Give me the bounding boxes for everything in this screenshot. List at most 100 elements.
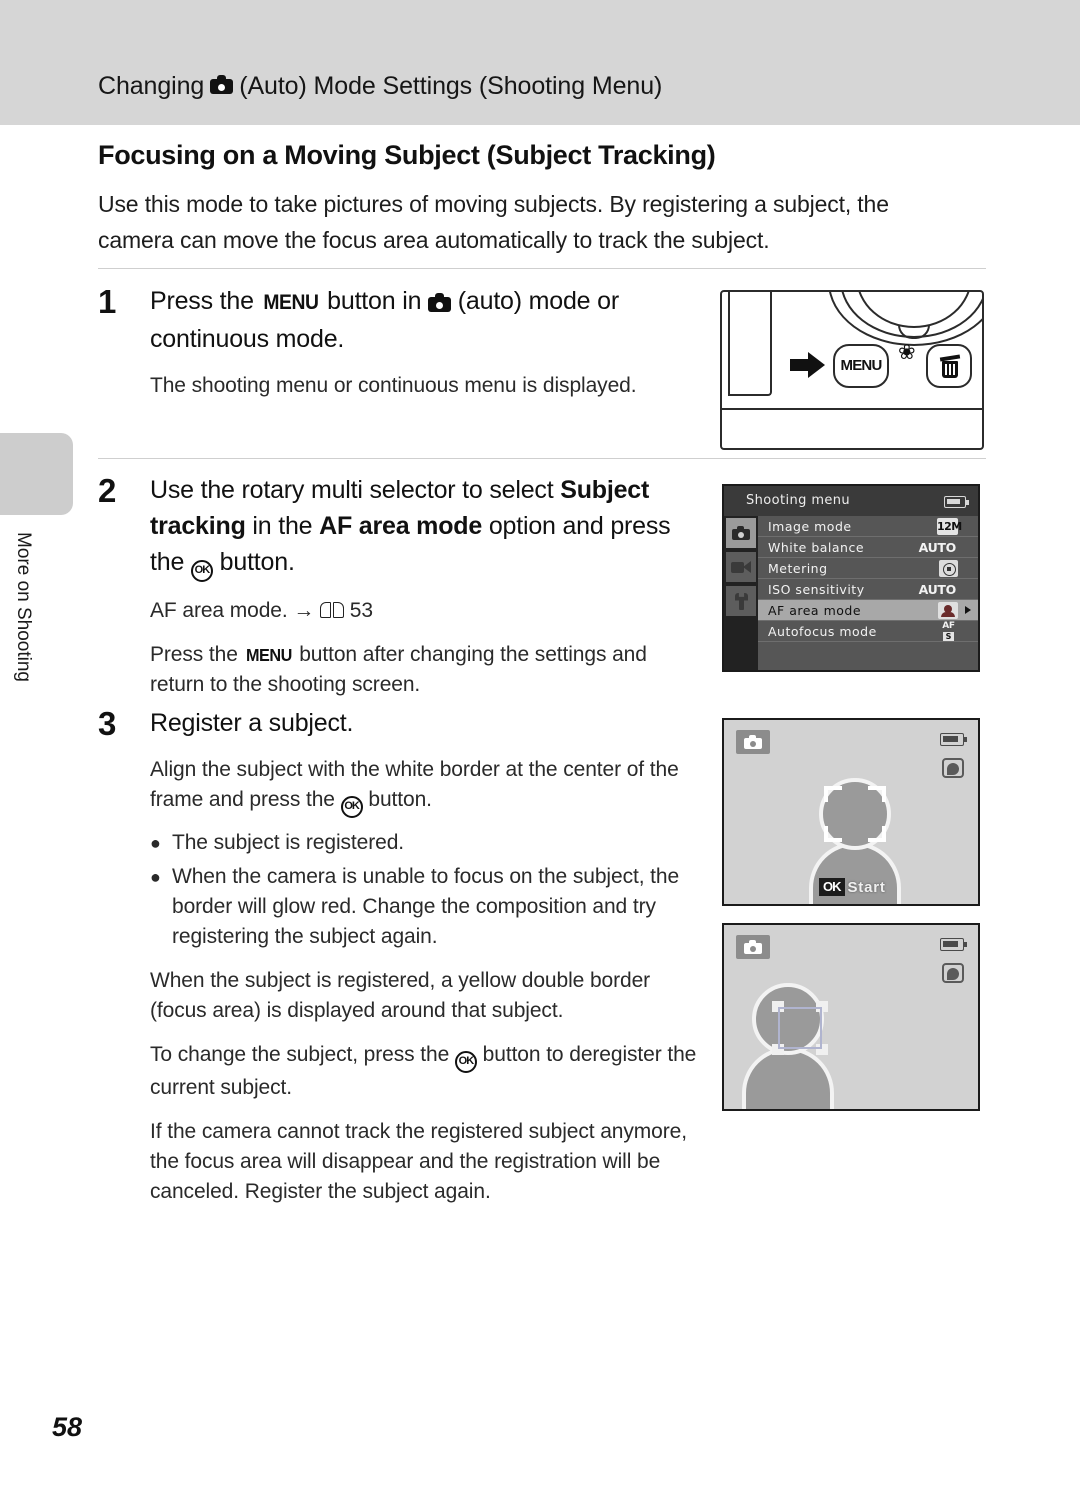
step-2-number: 2 — [98, 472, 117, 509]
macro-flower-icon — [898, 342, 918, 366]
menu-button-icon: MENU — [245, 645, 292, 665]
menu-row-image-mode[interactable]: Image mode 12M — [758, 516, 978, 537]
step-2-cross-reference: AF area mode. → 53 — [150, 596, 698, 626]
step-3-bullet-2: When the camera is unable to focus on th… — [172, 865, 680, 948]
menu-row-af-area-mode[interactable]: AF area mode — [758, 600, 978, 621]
af-sub-label: S — [943, 632, 954, 641]
ok-button-icon: OK — [454, 1051, 477, 1073]
tab-movie[interactable] — [726, 552, 756, 582]
step-3-para-2: To change the subject, press the OK butt… — [150, 1040, 698, 1103]
menu-row-metering[interactable]: Metering — [758, 558, 978, 579]
auto-mode-icon — [736, 730, 770, 754]
step-3-para2-part1: To change the subject, press the — [150, 1043, 450, 1066]
step-2-ref-label: AF area mode. — [150, 599, 288, 622]
matrix-metering-icon — [939, 560, 958, 577]
step-3-body: Register a subject. Align the subject wi… — [150, 705, 698, 1207]
manual-page: Changing (Auto) Mode Settings (Shooting … — [0, 0, 1080, 1486]
step-2-ref-arrow: → — [293, 599, 315, 622]
focus-corner-bl — [824, 826, 842, 842]
camera-body-seam — [722, 408, 982, 410]
menu-row-autofocus-mode[interactable]: Autofocus mode AF S — [758, 621, 978, 642]
battery-indicator-icon — [940, 733, 967, 746]
subject-body — [809, 842, 901, 904]
menu-label: Autofocus mode — [768, 623, 877, 639]
battery-indicator-icon — [940, 938, 967, 951]
step-2-bold-af-area-mode: AF area mode — [319, 512, 483, 540]
menu-value: AUTO — [918, 539, 957, 555]
menu-row-white-balance[interactable]: White balance AUTO — [758, 537, 978, 558]
menu-label: ISO sensitivity — [768, 581, 865, 597]
step-2-head-part2: in the — [252, 512, 313, 540]
figure-camera-back: MENU — [720, 290, 984, 450]
af-single-icon: AF S — [939, 622, 958, 641]
chapter-tab-block — [0, 433, 73, 515]
step-1-body: Press the MENU button in (auto) mode or … — [150, 283, 698, 401]
running-head-before: Changing — [98, 72, 205, 100]
step-2-heading: Use the rotary multi selector to select … — [150, 472, 698, 582]
figure-shooting-menu: Shooting menu Image mode 12M White balan… — [722, 484, 980, 672]
focus-corner-tr — [868, 786, 886, 802]
step-3-bullet-1: The subject is registered. — [172, 831, 405, 854]
menu-label: Image mode — [768, 518, 852, 534]
step-1-number: 1 — [98, 283, 117, 320]
running-header-title: Changing (Auto) Mode Settings (Shooting … — [98, 72, 662, 101]
right-arrow-icon — [790, 352, 825, 378]
step-3-para-1: When the subject is registered, a yellow… — [150, 969, 651, 1022]
menu-label: AF area mode — [768, 602, 862, 618]
menu-button[interactable]: MENU — [833, 344, 889, 388]
af-label: AF — [942, 621, 955, 631]
yellow-double-tracking-border — [772, 1001, 828, 1055]
ok-button-icon: OK — [190, 560, 213, 582]
menu-label: White balance — [768, 539, 865, 555]
menu-value: AUTO — [918, 581, 957, 597]
camera-auto-icon — [428, 293, 452, 312]
step-3-para-3: If the camera cannot track the registere… — [150, 1120, 687, 1203]
image-mode-12m-icon: 12M — [937, 518, 962, 535]
page-number: 58 — [52, 1412, 83, 1442]
delete-button[interactable] — [926, 344, 972, 388]
camera-auto-icon — [210, 75, 234, 94]
trash-body — [942, 361, 958, 378]
ok-button-icon: OK — [340, 796, 363, 818]
shooting-menu-tab-strip — [724, 516, 758, 670]
ok-start-hint: OK Start — [819, 878, 886, 896]
step-3-intro: Align the subject with the white border … — [150, 755, 698, 818]
step-3-intro-part2: button. — [368, 788, 432, 811]
figure-lcd-register-subject: OK Start — [722, 718, 980, 906]
step-1-heading: Press the MENU button in (auto) mode or … — [150, 283, 698, 357]
shooting-menu-rows: Image mode 12M White balance AUTO Meteri… — [758, 516, 978, 670]
list-item: ● When the camera is unable to focus on … — [150, 862, 698, 952]
movie-tab-icon — [731, 560, 751, 574]
white-corner-focus-frame — [824, 786, 886, 842]
tab-setup[interactable] — [726, 586, 756, 616]
wrench-setup-tab-icon — [733, 593, 749, 610]
vibration-reduction-icon — [942, 758, 964, 778]
ok-start-label: Start — [847, 878, 886, 896]
figure-lcd-tracking-subject — [722, 923, 980, 1111]
menu-label: Metering — [768, 560, 828, 576]
step-1-head-part1: Press the — [150, 287, 254, 315]
auto-mode-icon — [736, 935, 770, 959]
step-2-head-part1: Use the rotary multi selector to select — [150, 476, 554, 504]
chevron-right-icon — [965, 606, 971, 614]
running-head-after: (Auto) Mode Settings (Shooting Menu) — [239, 72, 663, 100]
battery-full-icon — [944, 496, 969, 508]
step-2-body: Use the rotary multi selector to select … — [150, 472, 698, 700]
camera-tab-icon — [732, 526, 750, 540]
focus-corner-tl — [824, 786, 842, 802]
ok-badge-icon: OK — [819, 878, 845, 896]
bullet-dot-icon: ● — [150, 867, 161, 887]
focus-corner-br — [868, 826, 886, 842]
divider-rule-1 — [98, 268, 986, 269]
manual-book-icon — [320, 602, 345, 619]
shooting-menu-title-bar: Shooting menu — [724, 486, 978, 516]
vibration-reduction-icon — [942, 963, 964, 983]
step-2-head-part4: button. — [219, 548, 295, 576]
tab-shooting[interactable] — [726, 518, 756, 548]
running-header-bar — [0, 0, 1080, 125]
step-3-number: 3 — [98, 705, 117, 742]
menu-row-iso-sensitivity[interactable]: ISO sensitivity AUTO — [758, 579, 978, 600]
section-title: Focusing on a Moving Subject (Subject Tr… — [98, 140, 716, 170]
trash-can-icon — [939, 354, 961, 379]
list-item: ● The subject is registered. — [150, 828, 698, 858]
